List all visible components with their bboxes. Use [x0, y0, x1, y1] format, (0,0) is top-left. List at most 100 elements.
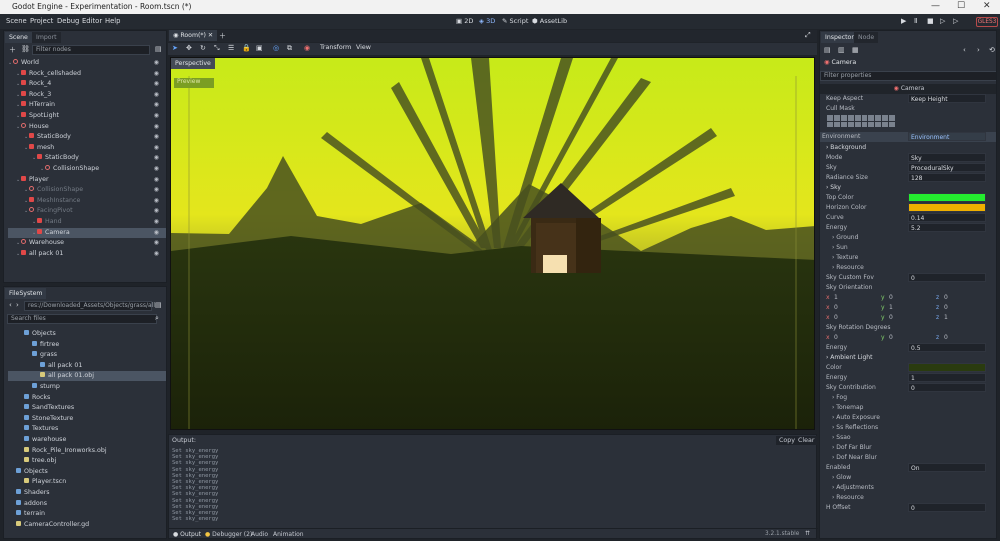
property-row[interactable]: Horizon Color	[824, 203, 988, 213]
visibility-eye-icon[interactable]: ◉	[154, 90, 159, 100]
stop-icon[interactable]: ■	[927, 17, 934, 25]
axis-value[interactable]: 1	[834, 293, 838, 303]
scene-node[interactable]: ⌄ House ◉	[8, 122, 166, 132]
camera-preview-icon[interactable]: ◉	[304, 44, 310, 52]
play-custom-icon[interactable]: ▷	[953, 17, 958, 25]
orientation-row[interactable]: x0y0z1	[824, 313, 988, 323]
new-scene-icon[interactable]: ＋	[219, 31, 226, 41]
split-view-icon[interactable]: ▤	[155, 301, 162, 309]
file-item[interactable]: Objects	[8, 329, 166, 339]
local-space-icon[interactable]: ◎	[273, 44, 279, 52]
scene-node[interactable]: ⌄ Rock_cellshaded ◉	[8, 69, 166, 79]
property-row[interactable]: › Sun	[824, 243, 988, 253]
tab-import[interactable]: Import	[32, 32, 61, 43]
file-item[interactable]: Textures	[8, 424, 166, 434]
scene-node[interactable]: ⌄ SpotLight ◉	[8, 111, 166, 121]
tab-animation[interactable]: Animation	[273, 531, 304, 538]
axis-value[interactable]: 0	[889, 313, 893, 323]
visibility-eye-icon[interactable]: ◉	[154, 228, 159, 238]
history-forward-icon[interactable]: ›	[977, 46, 980, 54]
property-row[interactable]: › Ss Reflections	[824, 423, 988, 433]
filter-properties-input[interactable]: Filter properties	[820, 71, 996, 81]
renderer-badge[interactable]: GLES3	[976, 17, 998, 27]
new-resource-icon[interactable]: ▤	[824, 46, 831, 54]
maximize-icon[interactable]: ☐	[957, 1, 965, 11]
mode-script[interactable]: ✎ Script	[502, 17, 528, 25]
move-tool-icon[interactable]: ✥	[186, 44, 192, 52]
file-item[interactable]: addons	[8, 499, 166, 509]
file-item[interactable]: terrain	[8, 509, 166, 519]
forward-icon[interactable]: ›	[16, 301, 19, 309]
property-row[interactable]: Sky Custom Fov 0	[824, 273, 988, 283]
file-item[interactable]: Rock_Pile_Ironworks.obj	[8, 446, 166, 456]
snap-icon[interactable]: ⧉	[287, 44, 292, 53]
visibility-eye-icon[interactable]: ◉	[154, 217, 159, 227]
select-tool-icon[interactable]: ➤	[172, 44, 178, 52]
property-row[interactable]: Top Color	[824, 193, 988, 203]
lock-icon[interactable]: 🔒	[242, 44, 251, 52]
property-row[interactable]: › Auto Exposure	[824, 413, 988, 423]
color-swatch[interactable]	[908, 203, 986, 212]
axis-value[interactable]: 0	[944, 333, 948, 343]
axis-value[interactable]: 0	[889, 333, 893, 343]
color-swatch[interactable]	[908, 193, 986, 202]
scene-node[interactable]: ⌄ Rock_3 ◉	[8, 90, 166, 100]
visibility-eye-icon[interactable]: ◉	[154, 100, 159, 110]
property-row[interactable]: › Fog	[824, 393, 988, 403]
file-item[interactable]: warehouse	[8, 435, 166, 445]
mode-2d[interactable]: ▣ 2D	[456, 17, 473, 25]
3d-viewport[interactable]: Perspective Preview	[170, 57, 815, 430]
close-icon[interactable]: ✕	[983, 1, 991, 11]
property-row[interactable]: › Ground	[824, 233, 988, 243]
axis-value[interactable]: 0	[834, 333, 838, 343]
property-row[interactable]: › Glow	[824, 473, 988, 483]
property-row[interactable]: Mode Sky	[824, 153, 988, 163]
property-value[interactable]: Sky	[908, 153, 986, 162]
axis-value[interactable]: 1	[944, 313, 948, 323]
property-value[interactable]: 0.14	[908, 213, 986, 222]
file-item[interactable]: all pack 01.obj	[8, 371, 166, 382]
property-row[interactable]: › Dof Far Blur	[824, 443, 988, 453]
visibility-eye-icon[interactable]: ◉	[154, 79, 159, 89]
history-back-icon[interactable]: ‹	[963, 46, 966, 54]
property-row[interactable]: › Adjustments	[824, 483, 988, 493]
property-value[interactable]: 0.5	[908, 343, 986, 352]
scale-tool-icon[interactable]: ⤡	[214, 44, 220, 53]
visibility-eye-icon[interactable]: ◉	[154, 111, 159, 121]
file-item[interactable]: SandTextures	[8, 403, 166, 413]
axis-value[interactable]: 0	[834, 313, 838, 323]
property-row[interactable]: › Resource	[824, 493, 988, 503]
tab-audio[interactable]: Audio	[251, 531, 268, 538]
tab-inspector[interactable]: Inspector	[821, 32, 858, 43]
group-icon[interactable]: ▣	[256, 44, 263, 52]
tab-node[interactable]: Node	[854, 32, 879, 43]
scene-node[interactable]: ⌄ Player ◉	[8, 175, 166, 185]
visibility-eye-icon[interactable]: ◉	[154, 153, 159, 163]
scene-node[interactable]: ⌄ mesh ◉	[8, 143, 166, 153]
property-row[interactable]: Radiance Size 128	[824, 173, 988, 183]
save-resource-icon[interactable]: ▦	[852, 46, 859, 54]
environment-row[interactable]: Environment Environment	[820, 132, 996, 142]
menu-debug[interactable]: Debug	[57, 17, 79, 25]
orientation-row[interactable]: x1y0z0	[824, 293, 988, 303]
visibility-eye-icon[interactable]: ◉	[154, 143, 159, 153]
filter-nodes-input[interactable]: Filter nodes	[32, 45, 150, 55]
orientation-row[interactable]: x0y1z0	[824, 303, 988, 313]
scene-node[interactable]: ⌄ Hand ◉	[8, 217, 166, 227]
property-row[interactable]: Energy 1	[824, 373, 988, 383]
pause-icon[interactable]: Ⅱ	[914, 17, 917, 25]
scene-node[interactable]: ⌄ StaticBody ◉	[8, 153, 166, 163]
menu-help[interactable]: Help	[105, 17, 121, 25]
visibility-eye-icon[interactable]: ◉	[154, 164, 159, 174]
file-item[interactable]: tree.obj	[8, 456, 166, 466]
property-row[interactable]: › Resource	[824, 263, 988, 273]
play-icon[interactable]: ▶	[901, 17, 906, 25]
property-row[interactable]: H Offset 0	[824, 503, 988, 513]
file-item[interactable]: CameraController.gd	[8, 520, 166, 530]
visibility-eye-icon[interactable]: ◉	[154, 249, 159, 259]
viewport-perspective-label[interactable]: Perspective	[171, 58, 215, 69]
scene-node[interactable]: ⌄ CollisionShape ◉	[8, 164, 166, 174]
axis-value[interactable]: 0	[834, 303, 838, 313]
property-value[interactable]: 5.2	[908, 223, 986, 232]
scene-node[interactable]: ⌄ all pack 01 ◉	[8, 249, 166, 259]
